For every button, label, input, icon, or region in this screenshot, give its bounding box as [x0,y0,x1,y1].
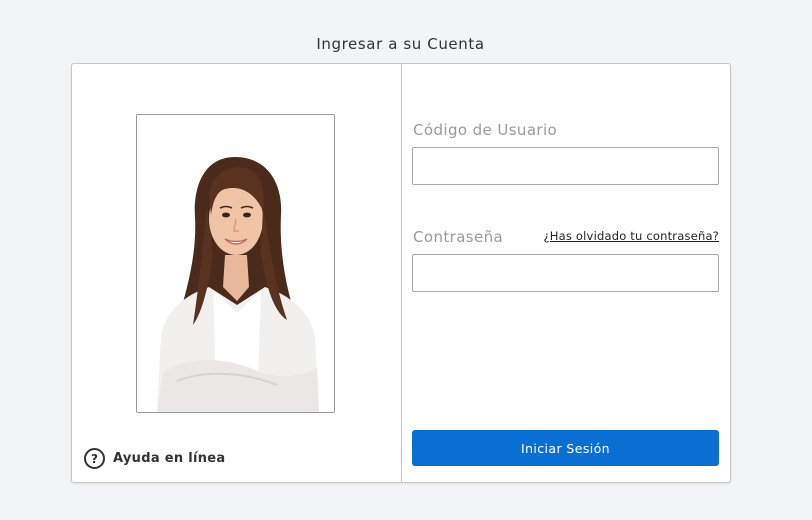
forgot-password-link[interactable]: ¿Has olvidado tu contraseña? [543,229,719,243]
user-code-label: Código de Usuario [413,121,558,139]
help-online-label: Ayuda en línea [113,451,226,466]
help-online-link[interactable]: ? Ayuda en línea [84,448,226,469]
card-divider [401,64,402,482]
page-title: Ingresar a su Cuenta [316,35,485,53]
password-input[interactable] [412,254,719,292]
password-label: Contraseña [413,228,504,246]
user-code-input[interactable] [412,147,719,185]
question-circle-icon: ? [84,448,105,469]
login-card: ? Ayuda en línea Código de Usuario Contr… [71,63,731,483]
profile-photo [136,114,335,413]
login-button[interactable]: Iniciar Sesión [412,430,719,466]
